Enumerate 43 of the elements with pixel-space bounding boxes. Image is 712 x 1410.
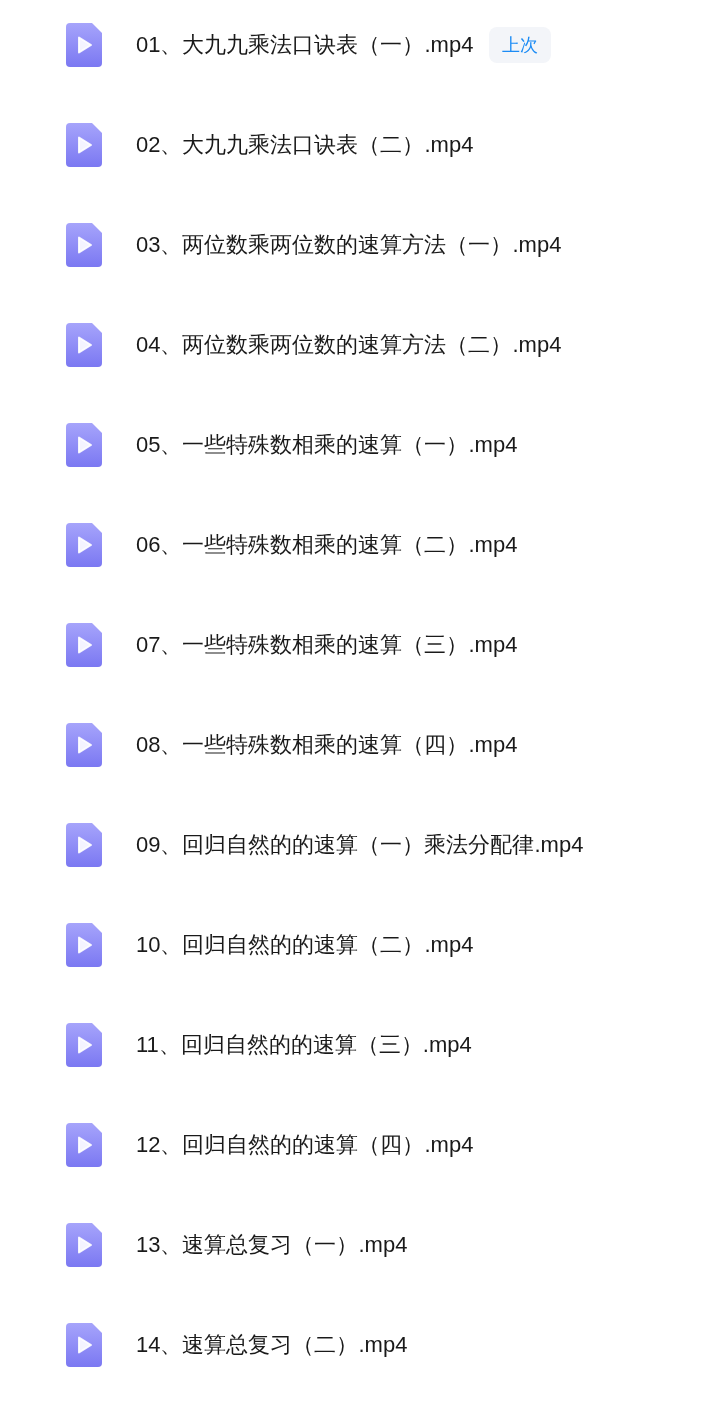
- file-item[interactable]: 03、两位数乘两位数的速算方法（一）.mp4: [0, 200, 712, 290]
- file-item[interactable]: 13、速算总复习（一）.mp4: [0, 1200, 712, 1290]
- file-name: 11、回归自然的的速算（三）.mp4: [136, 1031, 472, 1059]
- file-item[interactable]: 01、大九九乘法口诀表（一）.mp4 上次: [0, 0, 712, 90]
- video-file-icon: [66, 1123, 102, 1167]
- video-file-icon: [66, 23, 102, 67]
- file-item[interactable]: 04、两位数乘两位数的速算方法（二）.mp4: [0, 300, 712, 390]
- video-file-icon: [66, 1223, 102, 1267]
- file-name: 13、速算总复习（一）.mp4: [136, 1231, 408, 1259]
- file-item[interactable]: 09、回归自然的的速算（一）乘法分配律.mp4: [0, 800, 712, 890]
- file-item[interactable]: 11、回归自然的的速算（三）.mp4: [0, 1000, 712, 1090]
- file-item[interactable]: 02、大九九乘法口诀表（二）.mp4: [0, 100, 712, 190]
- file-name: 08、一些特殊数相乘的速算（四）.mp4: [136, 731, 518, 759]
- file-name: 07、一些特殊数相乘的速算（三）.mp4: [136, 631, 518, 659]
- file-item[interactable]: 07、一些特殊数相乘的速算（三）.mp4: [0, 600, 712, 690]
- video-file-icon: [66, 423, 102, 467]
- file-item[interactable]: 10、回归自然的的速算（二）.mp4: [0, 900, 712, 990]
- last-watched-tag: 上次: [489, 27, 552, 63]
- video-file-icon: [66, 1323, 102, 1367]
- file-name: 06、一些特殊数相乘的速算（二）.mp4: [136, 531, 518, 559]
- video-file-icon: [66, 323, 102, 367]
- file-name: 02、大九九乘法口诀表（二）.mp4: [136, 131, 474, 159]
- file-item[interactable]: 14、速算总复习（二）.mp4: [0, 1300, 712, 1390]
- file-name: 03、两位数乘两位数的速算方法（一）.mp4: [136, 231, 562, 259]
- file-item[interactable]: 05、一些特殊数相乘的速算（一）.mp4: [0, 400, 712, 490]
- video-file-icon: [66, 523, 102, 567]
- video-file-icon: [66, 1023, 102, 1067]
- video-file-icon: [66, 623, 102, 667]
- file-name: 05、一些特殊数相乘的速算（一）.mp4: [136, 431, 518, 459]
- file-item[interactable]: 12、回归自然的的速算（四）.mp4: [0, 1100, 712, 1190]
- file-item[interactable]: 08、一些特殊数相乘的速算（四）.mp4: [0, 700, 712, 790]
- video-file-icon: [66, 123, 102, 167]
- file-item[interactable]: 06、一些特殊数相乘的速算（二）.mp4: [0, 500, 712, 590]
- file-name: 09、回归自然的的速算（一）乘法分配律.mp4: [136, 831, 584, 859]
- video-file-icon: [66, 223, 102, 267]
- file-name: 04、两位数乘两位数的速算方法（二）.mp4: [136, 331, 562, 359]
- file-name: 14、速算总复习（二）.mp4: [136, 1331, 408, 1359]
- file-name: 12、回归自然的的速算（四）.mp4: [136, 1131, 474, 1159]
- file-name: 01、大九九乘法口诀表（一）.mp4: [136, 31, 474, 59]
- video-file-icon: [66, 723, 102, 767]
- file-name: 10、回归自然的的速算（二）.mp4: [136, 931, 474, 959]
- video-file-icon: [66, 823, 102, 867]
- video-file-icon: [66, 923, 102, 967]
